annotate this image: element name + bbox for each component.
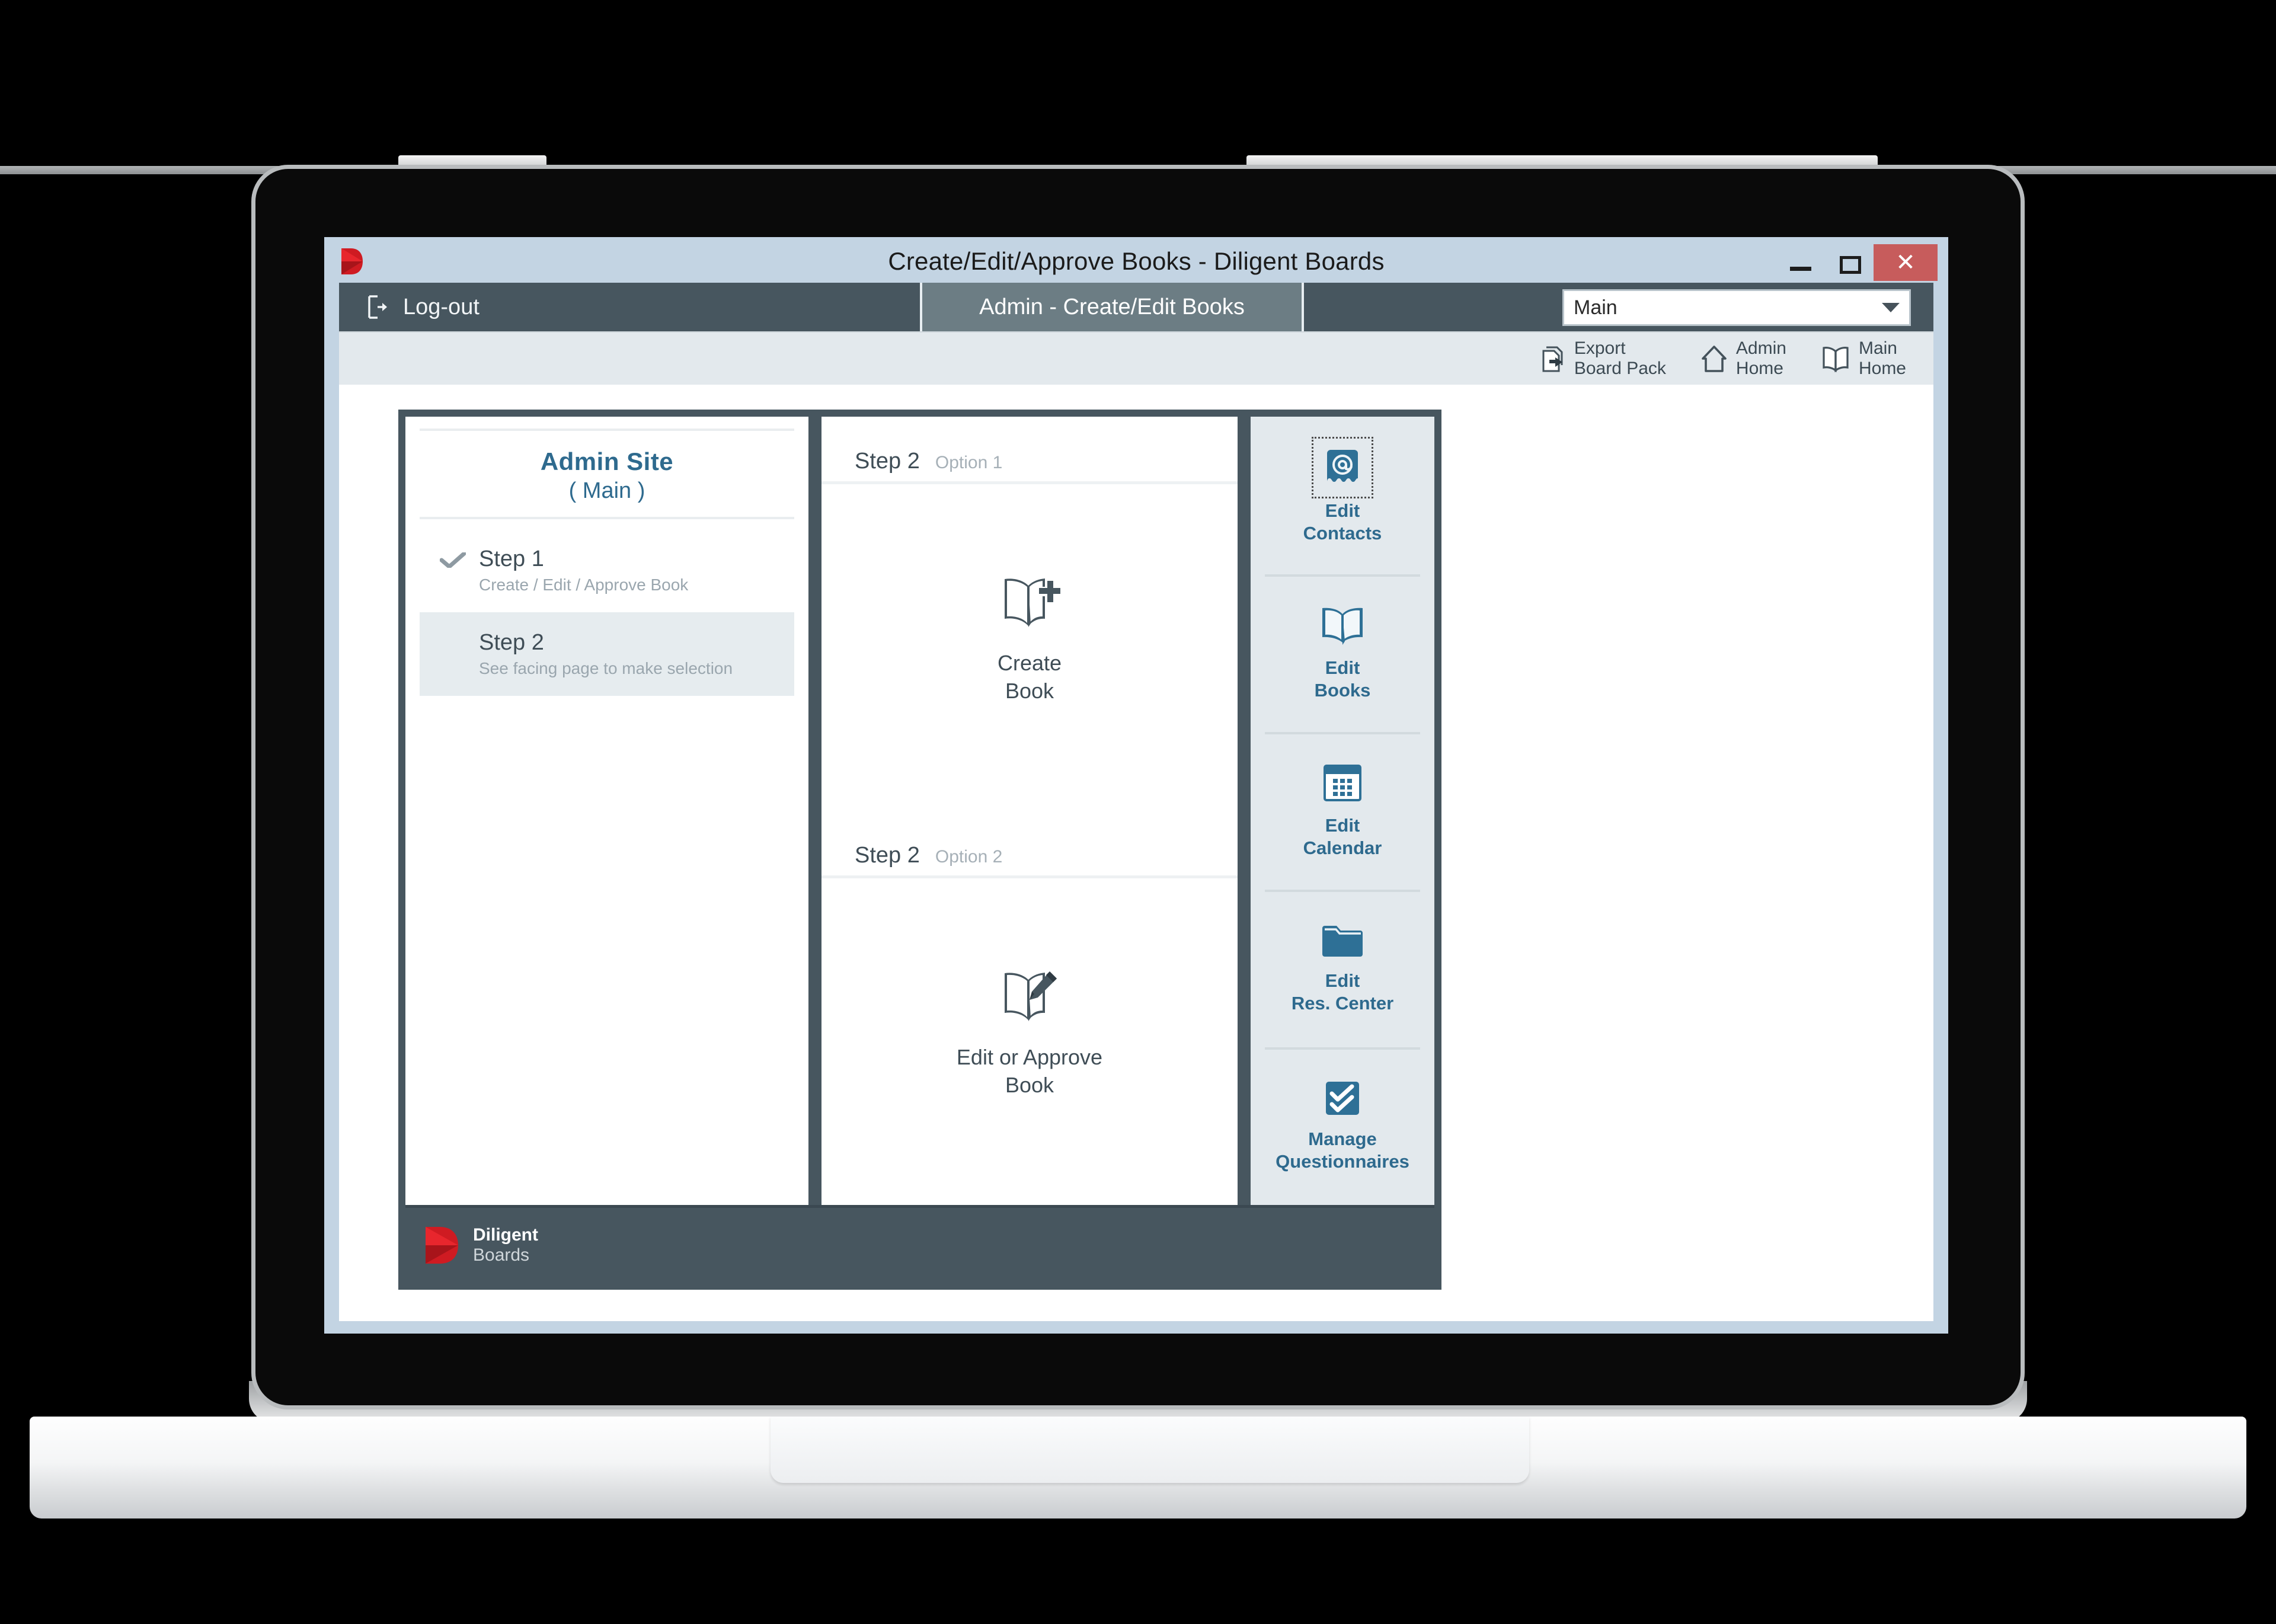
book-plus-icon (999, 573, 1060, 629)
close-button[interactable]: ✕ (1874, 244, 1938, 281)
application-body: Admin Site ( Main ) Step 1 Create / Edit (339, 385, 1933, 1321)
sidebar-step-2[interactable]: Step 2 See facing page to make selection (420, 612, 794, 696)
tab-admin-create-edit-books[interactable]: Admin - Create/Edit Books (920, 283, 1304, 331)
edit-res-center-label: Edit Res. Center (1291, 970, 1394, 1014)
open-book-icon (1318, 605, 1367, 646)
edit-or-approve-book-button[interactable]: Edit or Approve Book (821, 878, 1238, 1205)
manage-questionnaires-button[interactable]: Manage Questionnaires (1251, 1047, 1434, 1205)
footer-brand-line2: Boards (473, 1245, 530, 1265)
sidebar-title: Admin Site (540, 447, 674, 475)
option-1-step: Step 2 (855, 449, 920, 474)
edit-contacts-label: Edit Contacts (1303, 500, 1382, 544)
footer-brand-line1: Diligent (473, 1225, 538, 1245)
checkmark-icon (440, 552, 466, 568)
chevron-down-icon (1882, 303, 1900, 312)
action-rail: Edit Contacts Edit Books Edit Calendar E… (1251, 417, 1434, 1205)
title-bar: Create/Edit/Approve Books - Diligent Boa… (324, 237, 1948, 283)
option-1-header: Step 2 Option 1 (821, 449, 1238, 484)
logout-label: Log-out (403, 294, 480, 319)
option-2-number: Option 2 (935, 847, 1003, 867)
edit-contacts-button[interactable]: Edit Contacts (1251, 417, 1434, 574)
application-window: Create/Edit/Approve Books - Diligent Boa… (324, 237, 1948, 1334)
sidebar-step-2-description: See facing page to make selection (479, 659, 733, 677)
option-1-number: Option 1 (935, 453, 1003, 472)
admin-home-button[interactable]: Admin Home (1700, 338, 1786, 379)
at-card-icon (1312, 437, 1373, 499)
sidebar-subtitle: ( Main ) (568, 478, 645, 503)
sidebar-step-1[interactable]: Step 1 Create / Edit / Approve Book (420, 529, 794, 612)
edit-calendar-button[interactable]: Edit Calendar (1251, 732, 1434, 890)
site-select-value: Main (1574, 296, 1618, 319)
create-book-button[interactable]: Create Book (821, 484, 1238, 811)
option-2-header: Step 2 Option 2 (821, 843, 1238, 878)
calendar-icon (1321, 762, 1364, 804)
double-check-icon (1324, 1079, 1361, 1117)
admin-home-label: Admin Home (1735, 338, 1786, 379)
main-home-button[interactable]: Main Home (1821, 338, 1906, 379)
manage-questionnaires-label: Manage Questionnaires (1276, 1129, 1409, 1172)
diligent-logo-icon (424, 1226, 460, 1265)
edit-res-center-button[interactable]: Edit Res. Center (1251, 890, 1434, 1047)
sidebar-step-1-description: Create / Edit / Approve Book (479, 576, 689, 594)
main-home-label: Main Home (1858, 338, 1906, 379)
sidebar-step-1-name: Step 1 (479, 546, 544, 571)
house-icon (1700, 344, 1728, 373)
content-card: Admin Site ( Main ) Step 1 Create / Edit (398, 410, 1441, 1290)
edit-books-label: Edit Books (1314, 657, 1371, 701)
edit-books-button[interactable]: Edit Books (1251, 574, 1434, 732)
footer-brand: Diligent Boards (473, 1225, 538, 1265)
sidebar-step-2-name: Step 2 (479, 630, 544, 655)
nav-bar: Log-out Admin - Create/Edit Books Main (339, 283, 1933, 331)
sidebar-header: Admin Site ( Main ) (420, 429, 794, 519)
site-select-dropdown[interactable]: Main (1562, 289, 1911, 326)
edit-calendar-label: Edit Calendar (1303, 815, 1382, 858)
logout-button[interactable]: Log-out (339, 283, 920, 331)
steps-sidebar-panel: Admin Site ( Main ) Step 1 Create / Edit (405, 417, 808, 1205)
card-panels: Admin Site ( Main ) Step 1 Create / Edit (405, 417, 1434, 1205)
toolbar: Export Board Pack Admin Home Main Home (339, 331, 1933, 385)
open-book-icon (1821, 345, 1850, 372)
logout-icon (367, 295, 388, 319)
folder-icon (1319, 922, 1366, 959)
create-book-label: Create Book (997, 651, 1062, 703)
option-block-1: Step 2 Option 1 Create Book (821, 417, 1238, 811)
sidebar-step-list: Step 1 Create / Edit / Approve Book Step… (420, 529, 794, 1205)
minimize-button[interactable] (1782, 248, 1819, 283)
option-2-step: Step 2 (855, 843, 920, 868)
options-panel: Step 2 Option 1 Create Book Step 2 Optio… (821, 417, 1238, 1205)
book-pencil-icon (999, 967, 1060, 1024)
export-board-pack-label: Export Board Pack (1574, 338, 1666, 379)
option-block-2: Step 2 Option 2 Edit or Approve Book (821, 811, 1238, 1205)
window-title: Create/Edit/Approve Books - Diligent Boa… (888, 247, 1385, 275)
edit-or-approve-book-label: Edit or Approve Book (956, 1045, 1103, 1097)
export-board-pack-button[interactable]: Export Board Pack (1539, 338, 1666, 379)
laptop-base-notch (771, 1417, 1529, 1483)
card-footer: Diligent Boards (405, 1205, 1434, 1283)
maximize-button[interactable] (1832, 245, 1869, 281)
export-icon (1539, 344, 1566, 373)
